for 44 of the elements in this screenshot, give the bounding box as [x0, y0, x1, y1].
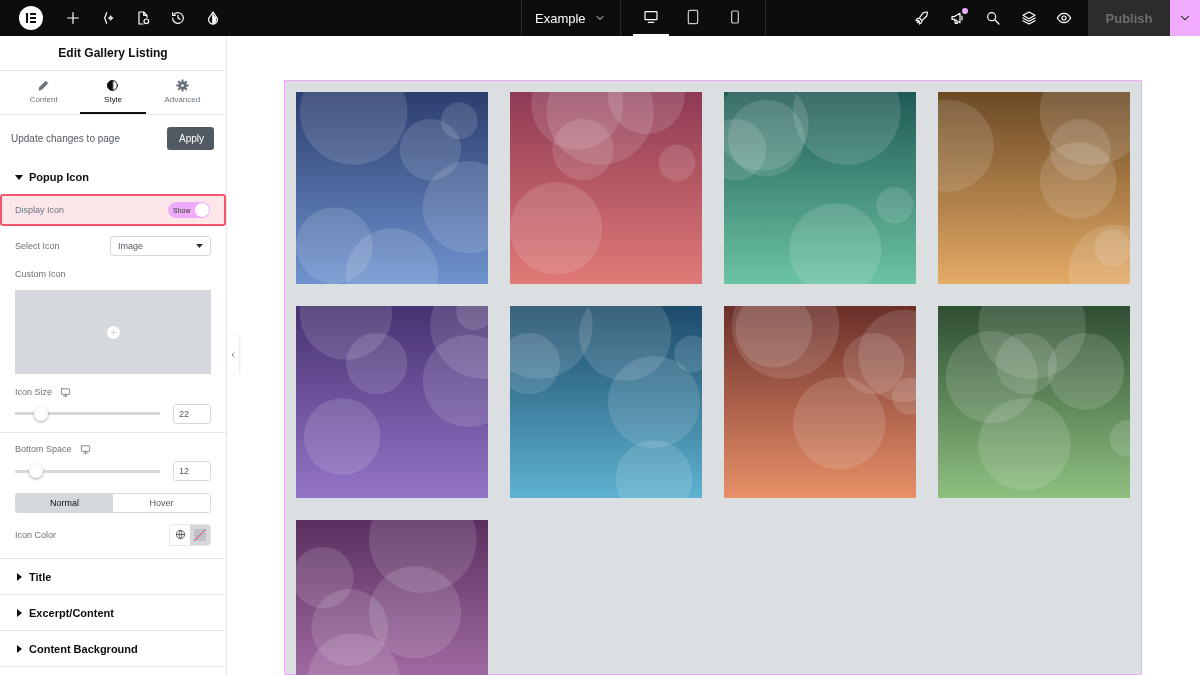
control-label: Display Icon — [15, 205, 65, 215]
layers-icon — [1020, 10, 1037, 26]
panel-tab[interactable]: Style — [80, 71, 146, 114]
control-label: Icon Color — [15, 529, 57, 540]
chevron-left-icon — [229, 351, 237, 359]
plus-icon[interactable] — [64, 10, 81, 26]
collapse-handle[interactable] — [227, 336, 239, 374]
megaphone-icon — [949, 10, 966, 26]
gear-icon — [175, 79, 189, 92]
control-label: Icon Size — [15, 387, 53, 397]
caret-down-icon — [15, 172, 23, 181]
pencil-icon — [37, 79, 51, 92]
caret-right-icon — [15, 644, 23, 653]
caret-down-icon — [196, 244, 203, 248]
section-header[interactable]: Content Background — [0, 631, 226, 666]
search-icon — [985, 10, 1002, 26]
number-field[interactable]: 12 — [173, 461, 211, 481]
control-label: Custom Icon — [15, 269, 66, 279]
caret-right-icon — [15, 572, 23, 581]
logo-icon[interactable] — [19, 6, 43, 30]
select-field[interactable]: Image — [110, 236, 211, 256]
desktop-icon — [60, 386, 72, 398]
state-tab[interactable]: Normal — [16, 494, 113, 512]
number-field[interactable]: 22 — [173, 404, 211, 424]
desktop-icon — [642, 9, 659, 25]
page-selector[interactable]: Example — [522, 0, 620, 36]
notification-dot — [961, 8, 968, 14]
panel-title: Edit Gallery Listing — [0, 36, 226, 71]
control-label: Bottom Space — [15, 444, 72, 454]
panel-tab[interactable]: Advanced — [149, 71, 216, 114]
eye-icon — [1056, 10, 1073, 26]
apply-button[interactable]: Apply — [167, 127, 214, 150]
history-icon[interactable] — [169, 10, 186, 26]
control-label: Select Icon — [15, 241, 60, 251]
panel-tab[interactable]: Content — [10, 71, 77, 114]
contrast-icon — [106, 79, 120, 92]
caret-right-icon — [15, 608, 23, 617]
color-swatch[interactable] — [190, 524, 210, 545]
section-header[interactable]: Title — [0, 559, 226, 594]
update-label: Update changes to page — [11, 133, 120, 144]
desktop-icon — [79, 443, 91, 455]
section-header[interactable]: Popup Icon — [0, 159, 226, 194]
section-header[interactable]: Excerpt/Content — [0, 595, 226, 630]
rocket-icon — [914, 10, 931, 26]
